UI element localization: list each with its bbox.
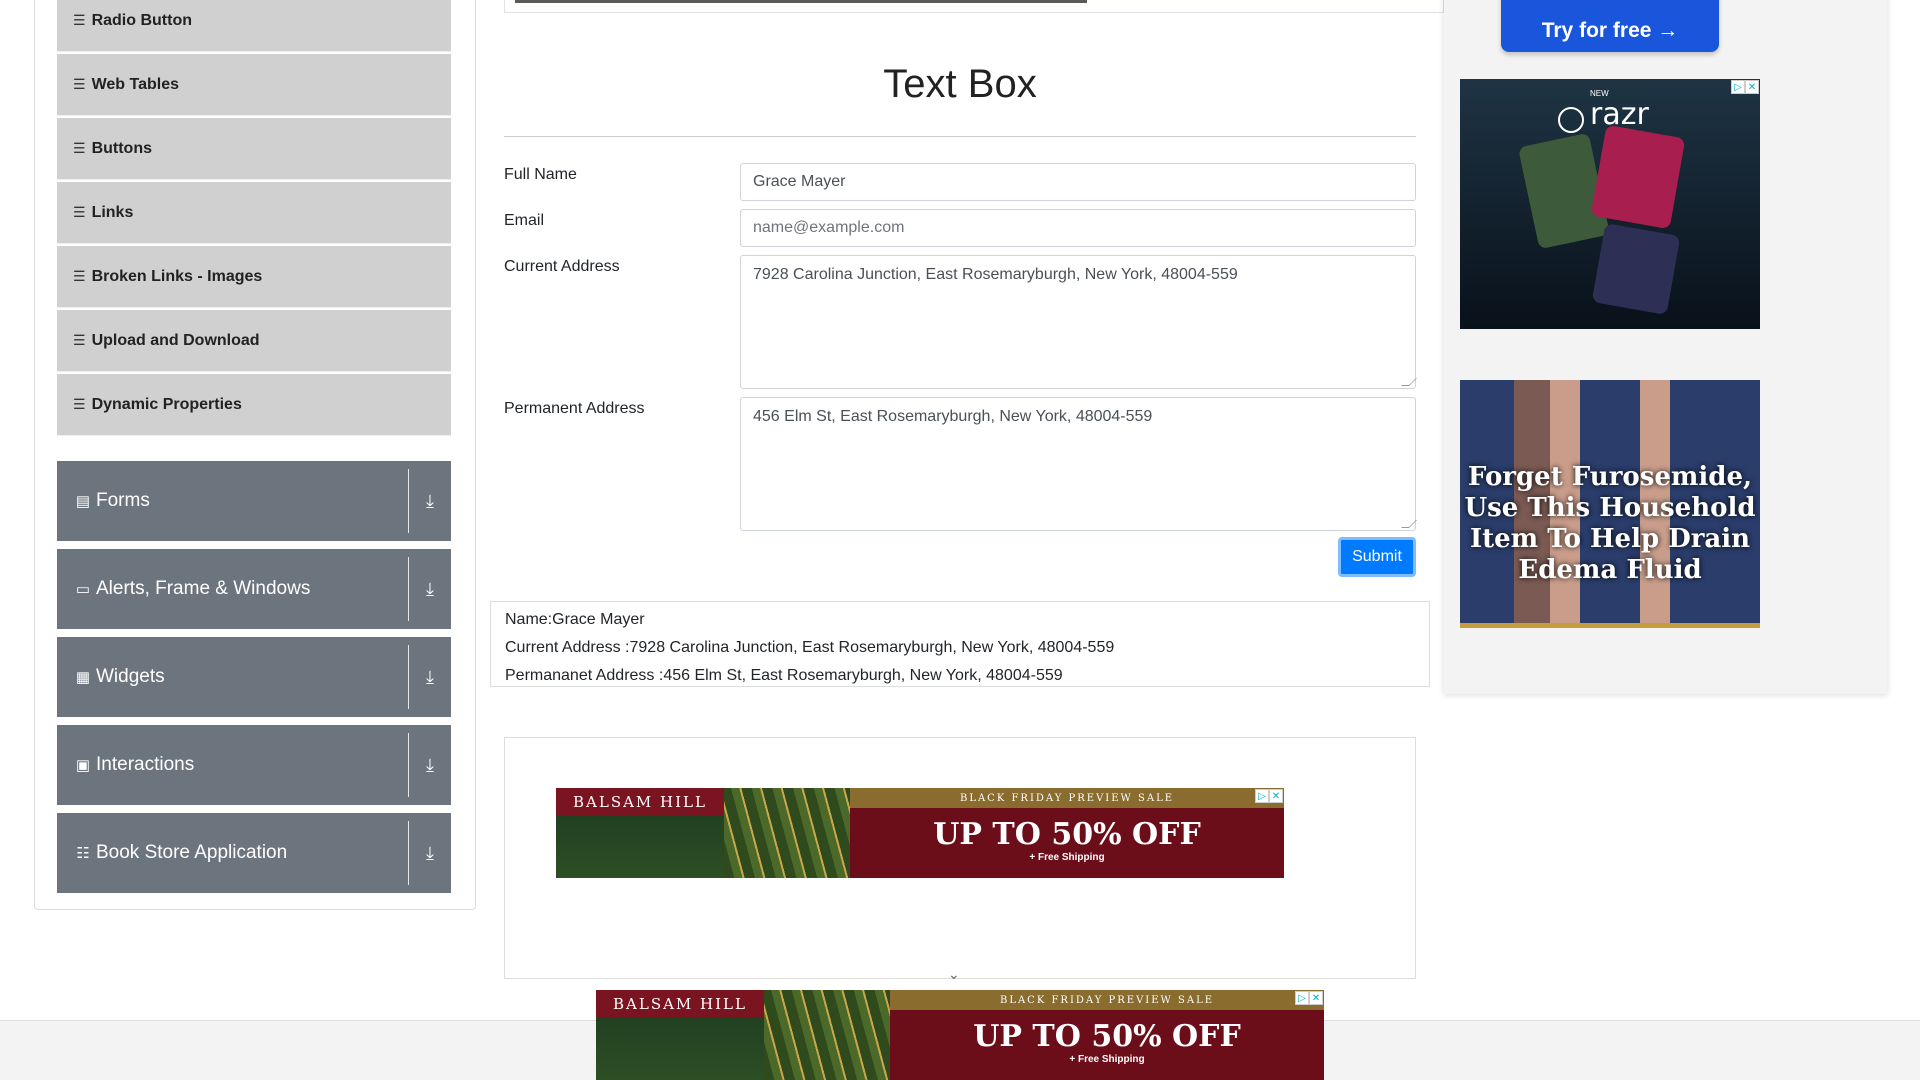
sidebar-item-label: Broken Links - Images [91, 267, 263, 285]
phone-image [1591, 223, 1681, 315]
download-icon[interactable]: ⤓ [409, 755, 451, 776]
sidebar-item-label: Web Tables [91, 75, 179, 93]
ad-brand: BALSAM HILL [596, 990, 764, 1080]
permanent-address-label: Permanent Address [504, 400, 645, 417]
resize-handle[interactable] [1401, 520, 1417, 528]
group-label: Interactions [96, 754, 195, 775]
list-icon: ☰ [73, 140, 86, 156]
sidebar-group-forms[interactable]: ▤ Forms ⤓ [57, 461, 451, 541]
sidebar-item-upload-download[interactable]: ☰ Upload and Download [57, 310, 451, 372]
sidebar-item-broken-links[interactable]: ☰ Broken Links - Images [57, 246, 451, 308]
current-address-value: 7928 Carolina Junction, East Rosemarybur… [753, 266, 1238, 283]
sidebar-item-label: Upload and Download [91, 331, 260, 349]
chevron-down-icon[interactable]: ⌄ [948, 966, 960, 983]
razr-ad[interactable]: razr NEW ▷ ✕ [1460, 79, 1760, 329]
ad-brand-logo: BALSAM HILL [556, 788, 724, 816]
sidebar-group-interactions[interactable]: ▣ Interactions ⤓ [57, 725, 451, 805]
close-icon[interactable]: ✕ [1309, 991, 1323, 1005]
ad-subtext: + Free Shipping [1069, 1054, 1145, 1065]
output-panel: Name:Grace Mayer Current Address :7928 C… [490, 601, 1430, 687]
right-ad-column: Try for free → razr NEW ▷ ✕ Forget Furos… [1444, 0, 1887, 694]
sidebar-group-book-store[interactable]: ☷ Book Store Application ⤓ [57, 813, 451, 893]
ad-trees-image [764, 990, 890, 1080]
ad-trees-image [724, 788, 850, 878]
interactions-icon: ▣ [75, 757, 91, 774]
download-icon[interactable]: ⤓ [409, 843, 451, 864]
list-icon: ☰ [73, 12, 86, 28]
full-name-label: Full Name [504, 166, 577, 183]
sidebar-item-radio-button[interactable]: ☰ Radio Button [57, 0, 451, 52]
sidebar-item-label: Links [91, 203, 134, 221]
download-icon[interactable]: ⤓ [409, 667, 451, 688]
widgets-icon: ▦ [75, 669, 91, 686]
motorola-logo-icon [1558, 107, 1584, 133]
ad-brand-logo: BALSAM HILL [596, 990, 764, 1018]
razr-new: NEW [1590, 89, 1609, 98]
adchoices-icon[interactable]: ▷ [1295, 991, 1309, 1005]
sidebar-group-widgets[interactable]: ▦ Widgets ⤓ [57, 637, 451, 717]
sidebar-item-web-tables[interactable]: ☰ Web Tables [57, 54, 451, 116]
ad-choices[interactable]: ▷ ✕ [1731, 80, 1759, 94]
ad-headline: UP TO 50% OFF [933, 817, 1201, 852]
current-address-textarea[interactable]: 7928 Carolina Junction, East Rosemarybur… [740, 255, 1417, 389]
edema-ad[interactable]: Forget Furosemide, Use This Household It… [1460, 380, 1760, 628]
adchoices-icon[interactable]: ▷ [1255, 789, 1269, 803]
list-icon: ☰ [73, 76, 86, 92]
current-address-label: Current Address [504, 258, 620, 275]
ad-sale-label: BLACK FRIDAY PREVIEW SALE [850, 788, 1284, 808]
page-title: Text Box [883, 62, 1037, 106]
list-icon: ☰ [73, 332, 86, 348]
full-name-input[interactable]: Grace Mayer [740, 163, 1416, 201]
sidebar-item-links[interactable]: ☰ Links [57, 182, 451, 244]
close-icon[interactable]: ✕ [1745, 80, 1759, 94]
divider [504, 136, 1416, 137]
group-label: Widgets [96, 666, 165, 687]
permanent-address-textarea[interactable]: 456 Elm St, East Rosemaryburgh, New York… [740, 397, 1417, 531]
ad-headline: UP TO 50% OFF [973, 1019, 1241, 1054]
group-label: Book Store Application [96, 842, 288, 863]
edema-ad-text: Forget Furosemide, Use This Household It… [1464, 462, 1756, 585]
sidebar-item-dynamic-properties[interactable]: ☰ Dynamic Properties [57, 374, 451, 436]
balsam-hill-ad[interactable]: BALSAM HILL BLACK FRIDAY PREVIEW SALE UP… [556, 788, 1284, 878]
ad-image-strip [515, 0, 1087, 3]
adchoices-icon[interactable]: ▷ [1731, 80, 1745, 94]
submit-button[interactable]: Submit [1338, 537, 1416, 577]
email-input[interactable]: name@example.com [740, 209, 1416, 247]
group-label: Forms [96, 490, 150, 511]
ad-promo: BLACK FRIDAY PREVIEW SALE UP TO 50% OFF … [890, 990, 1324, 1080]
list-icon: ☰ [73, 204, 86, 220]
sidebar-group-alerts[interactable]: ▭ Alerts, Frame & Windows ⤓ [57, 549, 451, 629]
list-icon: ☰ [73, 396, 86, 412]
group-label: Alerts, Frame & Windows [96, 578, 311, 599]
email-label: Email [504, 212, 545, 229]
try-for-free-button[interactable]: Try for free → [1501, 0, 1719, 52]
output-name: Name:Grace Mayer [505, 611, 645, 628]
page: ☰ Radio Button ☰ Web Tables ☰ Buttons ☰ … [0, 0, 1920, 1080]
sidebar-item-label: Dynamic Properties [91, 395, 242, 413]
ad-promo: BLACK FRIDAY PREVIEW SALE UP TO 50% OFF … [850, 788, 1284, 878]
ad-brand: BALSAM HILL [556, 788, 724, 878]
ad-choices[interactable]: ▷ ✕ [1255, 789, 1283, 803]
ad-choices[interactable]: ▷ ✕ [1295, 991, 1323, 1005]
top-ad-strip [504, 0, 1444, 13]
list-icon: ☰ [73, 268, 86, 284]
output-current-address: Current Address :7928 Carolina Junction,… [505, 639, 1115, 656]
form-icon: ▤ [75, 493, 91, 510]
permanent-address-value: 456 Elm St, East Rosemaryburgh, New York… [753, 408, 1153, 425]
close-icon[interactable]: ✕ [1269, 789, 1283, 803]
output-permanent-address: Permananet Address :456 Elm St, East Ros… [505, 667, 1063, 684]
left-panel: ☰ Radio Button ☰ Web Tables ☰ Buttons ☰ … [34, 0, 476, 910]
sidebar-item-label: Radio Button [91, 11, 192, 29]
sidebar-item-label: Buttons [91, 139, 152, 157]
download-icon[interactable]: ⤓ [409, 579, 451, 600]
window-icon: ▭ [75, 581, 91, 598]
ad-sale-label: BLACK FRIDAY PREVIEW SALE [890, 990, 1324, 1010]
books-icon: ☷ [76, 845, 90, 862]
phone-image [1590, 124, 1686, 230]
sidebar-item-buttons[interactable]: ☰ Buttons [57, 118, 451, 180]
ad-subtext: + Free Shipping [1029, 852, 1105, 863]
balsam-hill-sticky-ad[interactable]: BALSAM HILL BLACK FRIDAY PREVIEW SALE UP… [596, 990, 1324, 1080]
download-icon[interactable]: ⤓ [409, 491, 451, 512]
resize-handle[interactable] [1401, 378, 1417, 386]
